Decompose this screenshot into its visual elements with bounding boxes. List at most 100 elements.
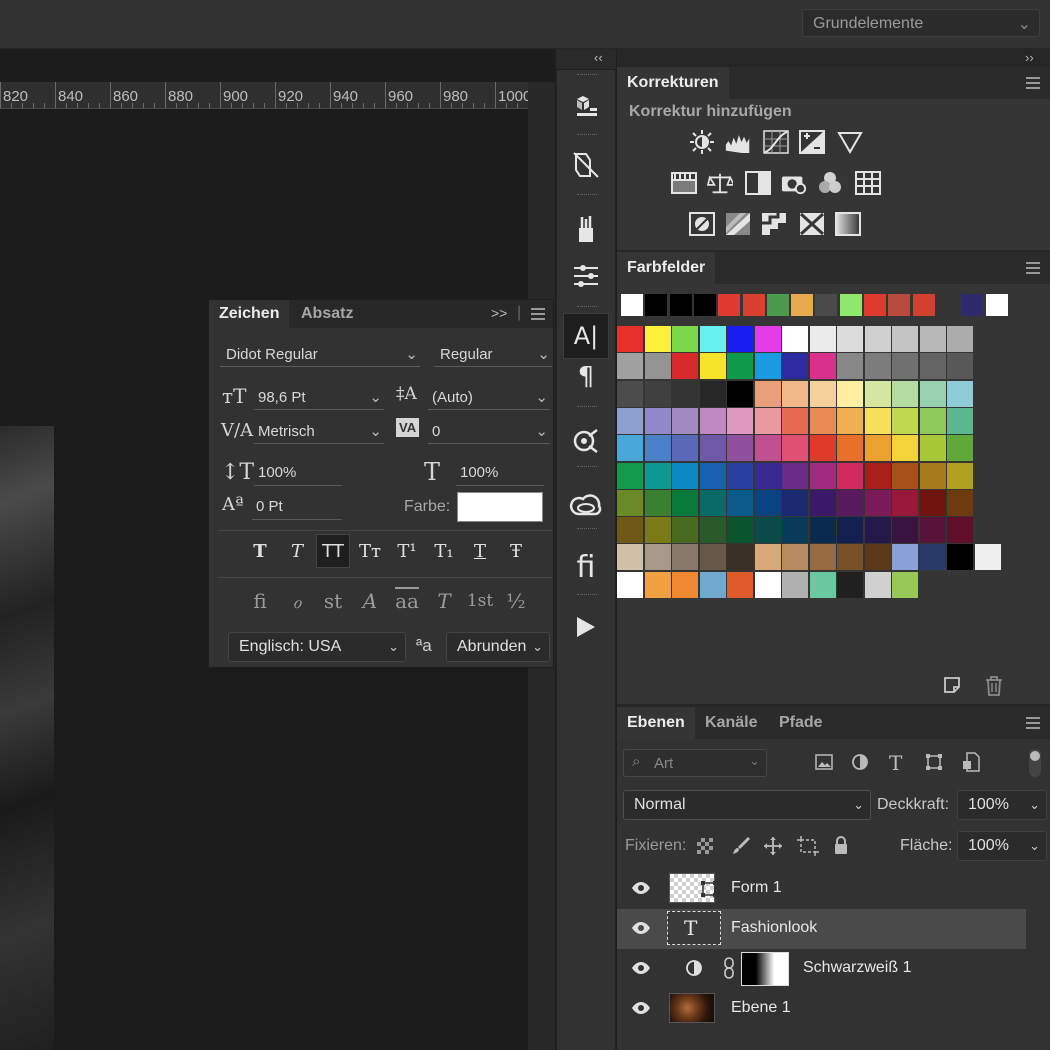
- filter-type-icon[interactable]: T: [889, 751, 902, 775]
- panel-menu-icon[interactable]: [531, 308, 545, 320]
- lock-position-icon[interactable]: [763, 836, 783, 860]
- recent-swatch[interactable]: [888, 294, 911, 316]
- color-swatch[interactable]: [672, 571, 698, 598]
- color-swatch[interactable]: [809, 571, 836, 598]
- color-swatch[interactable]: [727, 326, 753, 352]
- layer-row-form1[interactable]: Form 1: [617, 869, 1026, 909]
- color-swatch[interactable]: [782, 353, 808, 380]
- color-swatch[interactable]: [644, 407, 671, 434]
- kerning-dropdown[interactable]: Metrisch ⌄: [254, 420, 384, 444]
- color-swatch[interactable]: [837, 353, 863, 380]
- collapse-panel-icon[interactable]: >>: [491, 305, 507, 321]
- color-swatch[interactable]: [919, 326, 946, 352]
- filter-toggle[interactable]: [1029, 749, 1041, 777]
- color-swatch[interactable]: [644, 326, 671, 352]
- visibility-eye-icon[interactable]: [631, 1001, 651, 1015]
- recent-swatch[interactable]: [839, 294, 862, 316]
- superscript-button[interactable]: T¹: [390, 534, 424, 568]
- color-swatch[interactable]: [782, 544, 808, 571]
- hue-saturation-icon[interactable]: [671, 170, 697, 196]
- faux-italic-button[interactable]: T: [280, 534, 314, 568]
- color-swatch[interactable]: [892, 326, 918, 352]
- color-swatch[interactable]: [617, 326, 643, 352]
- tracking-dropdown[interactable]: 0 ⌄: [428, 420, 550, 444]
- color-swatch[interactable]: [892, 571, 918, 598]
- color-swatch[interactable]: [644, 462, 671, 489]
- horizontal-scale-field[interactable]: 100%: [456, 461, 544, 486]
- lock-artboard-icon[interactable]: [797, 836, 819, 860]
- recent-swatch[interactable]: [718, 294, 741, 316]
- color-swatch[interactable]: [617, 435, 643, 462]
- color-swatch[interactable]: [809, 407, 836, 434]
- recent-swatch[interactable]: [936, 294, 959, 316]
- color-swatch[interactable]: [892, 462, 918, 489]
- blend-mode-dropdown[interactable]: Normal ⌄: [623, 790, 871, 820]
- color-swatch[interactable]: [947, 353, 973, 380]
- recent-swatch[interactable]: [693, 294, 716, 316]
- leading-field[interactable]: (Auto) ⌄: [428, 386, 550, 410]
- color-swatch[interactable]: [672, 462, 698, 489]
- recent-swatch[interactable]: [985, 294, 1008, 316]
- subscript-button[interactable]: T₁: [427, 534, 461, 568]
- color-swatch[interactable]: [864, 380, 891, 407]
- brightness-contrast-icon[interactable]: [689, 129, 715, 155]
- color-swatch[interactable]: [782, 326, 808, 352]
- new-swatch-icon[interactable]: [943, 676, 961, 698]
- threshold-icon[interactable]: [761, 211, 787, 237]
- color-swatch[interactable]: [782, 489, 808, 516]
- color-swatch[interactable]: [809, 435, 836, 462]
- color-swatch[interactable]: [947, 380, 973, 407]
- color-swatch[interactable]: [699, 462, 726, 489]
- vibrance-icon[interactable]: [837, 129, 863, 155]
- recent-swatch[interactable]: [912, 294, 935, 316]
- language-dropdown[interactable]: Englisch: USA ⌄: [228, 632, 406, 662]
- brush-presets-icon[interactable]: [563, 206, 609, 252]
- color-swatch[interactable]: [919, 380, 946, 407]
- color-swatch[interactable]: [699, 544, 726, 571]
- color-swatch[interactable]: [864, 462, 891, 489]
- color-swatch[interactable]: [837, 571, 863, 598]
- creative-cloud-libraries-icon[interactable]: [563, 482, 609, 528]
- recent-swatch[interactable]: [621, 294, 643, 316]
- color-swatch[interactable]: [864, 544, 891, 571]
- color-swatch[interactable]: [919, 407, 946, 434]
- tab-paragraph[interactable]: Absatz: [291, 300, 363, 328]
- tab-layers[interactable]: Ebenen: [617, 707, 695, 739]
- color-swatch[interactable]: [864, 353, 891, 380]
- recent-swatch[interactable]: [791, 294, 814, 316]
- color-swatch[interactable]: [782, 380, 808, 407]
- color-swatch[interactable]: [919, 462, 946, 489]
- color-swatch[interactable]: [892, 517, 918, 544]
- strikethrough-button[interactable]: Ŧ: [499, 534, 533, 568]
- color-swatch[interactable]: [809, 380, 836, 407]
- color-swatch[interactable]: [672, 407, 698, 434]
- color-swatch[interactable]: [809, 517, 836, 544]
- color-swatch[interactable]: [644, 544, 671, 571]
- color-lookup-icon[interactable]: [855, 170, 881, 196]
- color-swatch[interactable]: [754, 544, 781, 571]
- color-swatch[interactable]: [947, 326, 973, 352]
- color-swatch[interactable]: [947, 407, 973, 434]
- color-swatch[interactable]: [644, 489, 671, 516]
- discretionary-ligatures-button[interactable]: st: [316, 584, 350, 618]
- layer-row-schwarzweiss[interactable]: Schwarzweiß 1: [617, 949, 1026, 989]
- color-swatch[interactable]: [644, 571, 671, 598]
- color-swatch[interactable]: [672, 326, 698, 352]
- selective-color-icon[interactable]: [799, 211, 825, 237]
- color-swatch[interactable]: [809, 353, 836, 380]
- font-style-dropdown[interactable]: Regular ⌄: [434, 343, 552, 367]
- delete-swatch-icon[interactable]: [985, 676, 1003, 700]
- recent-swatch[interactable]: [742, 294, 765, 316]
- tab-channels[interactable]: Kanäle: [695, 707, 767, 739]
- color-swatch[interactable]: [864, 407, 891, 434]
- color-swatch[interactable]: [919, 353, 946, 380]
- glyphs-icon[interactable]: [563, 418, 609, 464]
- layer-row-fashionlook[interactable]: T Fashionlook: [617, 909, 1026, 949]
- paragraph-panel-icon[interactable]: ¶: [563, 354, 609, 400]
- tab-character[interactable]: Zeichen: [209, 300, 290, 328]
- link-chain-icon[interactable]: [723, 957, 735, 979]
- color-swatch[interactable]: [837, 517, 863, 544]
- color-swatch[interactable]: [782, 462, 808, 489]
- color-swatch[interactable]: [672, 380, 698, 407]
- color-swatch[interactable]: [864, 435, 891, 462]
